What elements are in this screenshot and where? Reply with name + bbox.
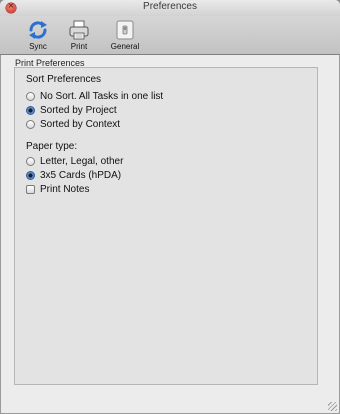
toolbar: Sync Print General — [0, 16, 340, 55]
printer-icon — [69, 20, 89, 40]
resize-grip[interactable] — [328, 402, 337, 411]
toolbar-print-button[interactable]: Print — [54, 16, 104, 54]
sort-option-label: Sorted by Context — [40, 118, 121, 130]
sync-icon — [29, 21, 47, 39]
paper-option-label: Letter, Legal, other — [40, 155, 124, 167]
sort-option-label: No Sort. All Tasks in one list — [40, 90, 164, 102]
paper-option-label: 3x5 Cards (hPDA) — [40, 169, 122, 181]
radio-button[interactable] — [26, 156, 35, 166]
paper-option-3x5-cards[interactable]: 3x5 Cards (hPDA) — [26, 169, 121, 181]
sort-option-label: Sorted by Project — [40, 104, 117, 116]
sort-preferences-label: Sort Preferences — [26, 74, 102, 85]
sort-option-by-context[interactable]: Sorted by Context — [26, 118, 120, 130]
window-title: Preferences — [143, 1, 197, 12]
paper-type-label: Paper type: — [26, 141, 78, 152]
print-notes-option[interactable]: Print Notes — [26, 183, 89, 195]
radio-button[interactable] — [26, 91, 35, 101]
print-notes-label: Print Notes — [40, 183, 90, 195]
toolbar-print-label: Print — [70, 42, 88, 51]
print-notes-checkbox[interactable] — [26, 184, 35, 194]
sort-option-no-sort[interactable]: No Sort. All Tasks in one list — [26, 90, 163, 102]
sort-option-by-project[interactable]: Sorted by Project — [26, 104, 117, 116]
paper-option-letter-legal[interactable]: Letter, Legal, other — [26, 155, 123, 167]
toolbar-general-button[interactable]: General — [100, 16, 150, 54]
radio-button[interactable] — [26, 119, 35, 129]
general-switch-icon — [116, 20, 134, 40]
title-bar[interactable]: × Preferences — [0, 0, 340, 16]
radio-button-selected[interactable] — [26, 105, 35, 115]
preferences-window: × Preferences Sync Print General Print P… — [0, 0, 340, 414]
radio-button-selected[interactable] — [26, 170, 35, 180]
toolbar-general-label: General — [110, 42, 140, 51]
